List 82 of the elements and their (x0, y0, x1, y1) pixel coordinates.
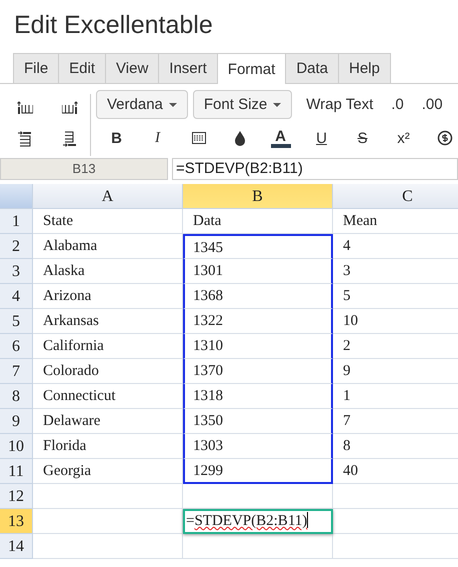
menu-tab[interactable]: Data (285, 53, 339, 83)
table-cell: 1310 (183, 334, 333, 359)
table-cell: 7 (333, 409, 458, 434)
table-cell: 10 (333, 309, 458, 334)
toolbar-button[interactable]: x² (383, 123, 424, 153)
row-header[interactable]: 1 (0, 209, 33, 234)
table-cell: 1299 (183, 459, 333, 484)
borders-icon (190, 130, 206, 146)
bold-button[interactable]: B (96, 123, 137, 153)
table-cell: Mean (333, 209, 458, 234)
table-cell: 1318 (183, 384, 333, 409)
menu-tab[interactable]: Help (338, 53, 391, 83)
table-cell: Delaware (33, 409, 183, 434)
underline-button[interactable]: U (301, 123, 342, 153)
italic-button[interactable]: I (137, 123, 178, 153)
row-header[interactable]: 6 (0, 334, 33, 359)
table-cell: Georgia (33, 459, 183, 484)
table-cell: 8 (333, 434, 458, 459)
column-header[interactable]: B (183, 184, 333, 209)
caret-icon (273, 102, 282, 108)
strike-button[interactable]: S (342, 123, 383, 153)
table-cell: Alaska (33, 259, 183, 284)
table-cell: 1350 (183, 409, 333, 434)
row-header[interactable]: 12 (0, 484, 33, 509)
toolbar-button[interactable]: Wrap Text (297, 90, 382, 119)
insert-row-below-icon (62, 131, 78, 147)
insert-row-above-icon (17, 131, 33, 147)
table-cell: 3 (333, 259, 458, 284)
insert-column-left-icon (17, 101, 33, 117)
table-cell: Arkansas (33, 309, 183, 334)
row-header[interactable]: 7 (0, 359, 33, 384)
menu-tab[interactable]: Format (216, 53, 286, 84)
caret-icon (168, 102, 177, 108)
table-cell: 1301 (183, 259, 333, 284)
menu-tab[interactable]: View (105, 53, 160, 83)
table-cell: State (33, 209, 183, 234)
row-header[interactable]: 5 (0, 309, 33, 334)
formula-field[interactable]: =STDEVP(B2:B11) (172, 158, 458, 180)
row-header[interactable]: 13 (0, 509, 33, 534)
table-cell: California (33, 334, 183, 359)
table-cell: 1368 (183, 284, 333, 309)
table-cell: 40 (333, 459, 458, 484)
table-cell: 1370 (183, 359, 333, 384)
table-cell: 1345 (183, 234, 333, 259)
table-cell: 1 (333, 384, 458, 409)
cell-editor[interactable]: =STDEVP(B2:B11) (183, 509, 333, 534)
toolbar-button[interactable]: .0 (382, 90, 413, 119)
row-header[interactable]: 10 (0, 434, 33, 459)
table-cell: Florida (33, 434, 183, 459)
table-cell: Data (183, 209, 333, 234)
table-cell: 5 (333, 284, 458, 309)
empty-cell[interactable] (183, 534, 333, 559)
select-all-corner[interactable] (0, 184, 33, 209)
table-cell: 2 (333, 334, 458, 359)
row-header[interactable]: 9 (0, 409, 33, 434)
table-cell: Colorado (33, 359, 183, 384)
window-title: Edit Excellentable (13, 10, 214, 41)
row-header[interactable]: 14 (0, 534, 33, 559)
row-header[interactable]: 8 (0, 384, 33, 409)
column-header[interactable]: C (333, 184, 458, 209)
dropdown-button[interactable]: Verdana (96, 90, 188, 119)
table-cell: Alabama (33, 234, 183, 259)
cell-reference: B13 (0, 158, 168, 180)
menu-tab[interactable]: Insert (158, 53, 218, 83)
menu-tab[interactable]: File (13, 53, 60, 83)
toolbar-button[interactable]: .00 (412, 90, 452, 119)
column-header[interactable]: A (33, 184, 183, 209)
currency-icon (436, 130, 452, 146)
table-cell: 4 (333, 234, 458, 259)
font-color-button[interactable]: A (260, 123, 301, 153)
row-header[interactable]: 11 (0, 459, 33, 484)
table-cell: 9 (333, 359, 458, 384)
table-cell: Connecticut (33, 384, 183, 409)
table-cell: 1322 (183, 309, 333, 334)
dropdown-button[interactable]: Font Size (192, 90, 292, 119)
row-header[interactable]: 2 (0, 234, 33, 259)
row-header[interactable]: 4 (0, 284, 33, 309)
menu-tab[interactable]: Edit (58, 53, 106, 83)
table-cell: 1303 (183, 434, 333, 459)
row-header[interactable]: 3 (0, 259, 33, 284)
table-cell: Arizona (33, 284, 183, 309)
insert-column-right-icon (62, 101, 78, 117)
